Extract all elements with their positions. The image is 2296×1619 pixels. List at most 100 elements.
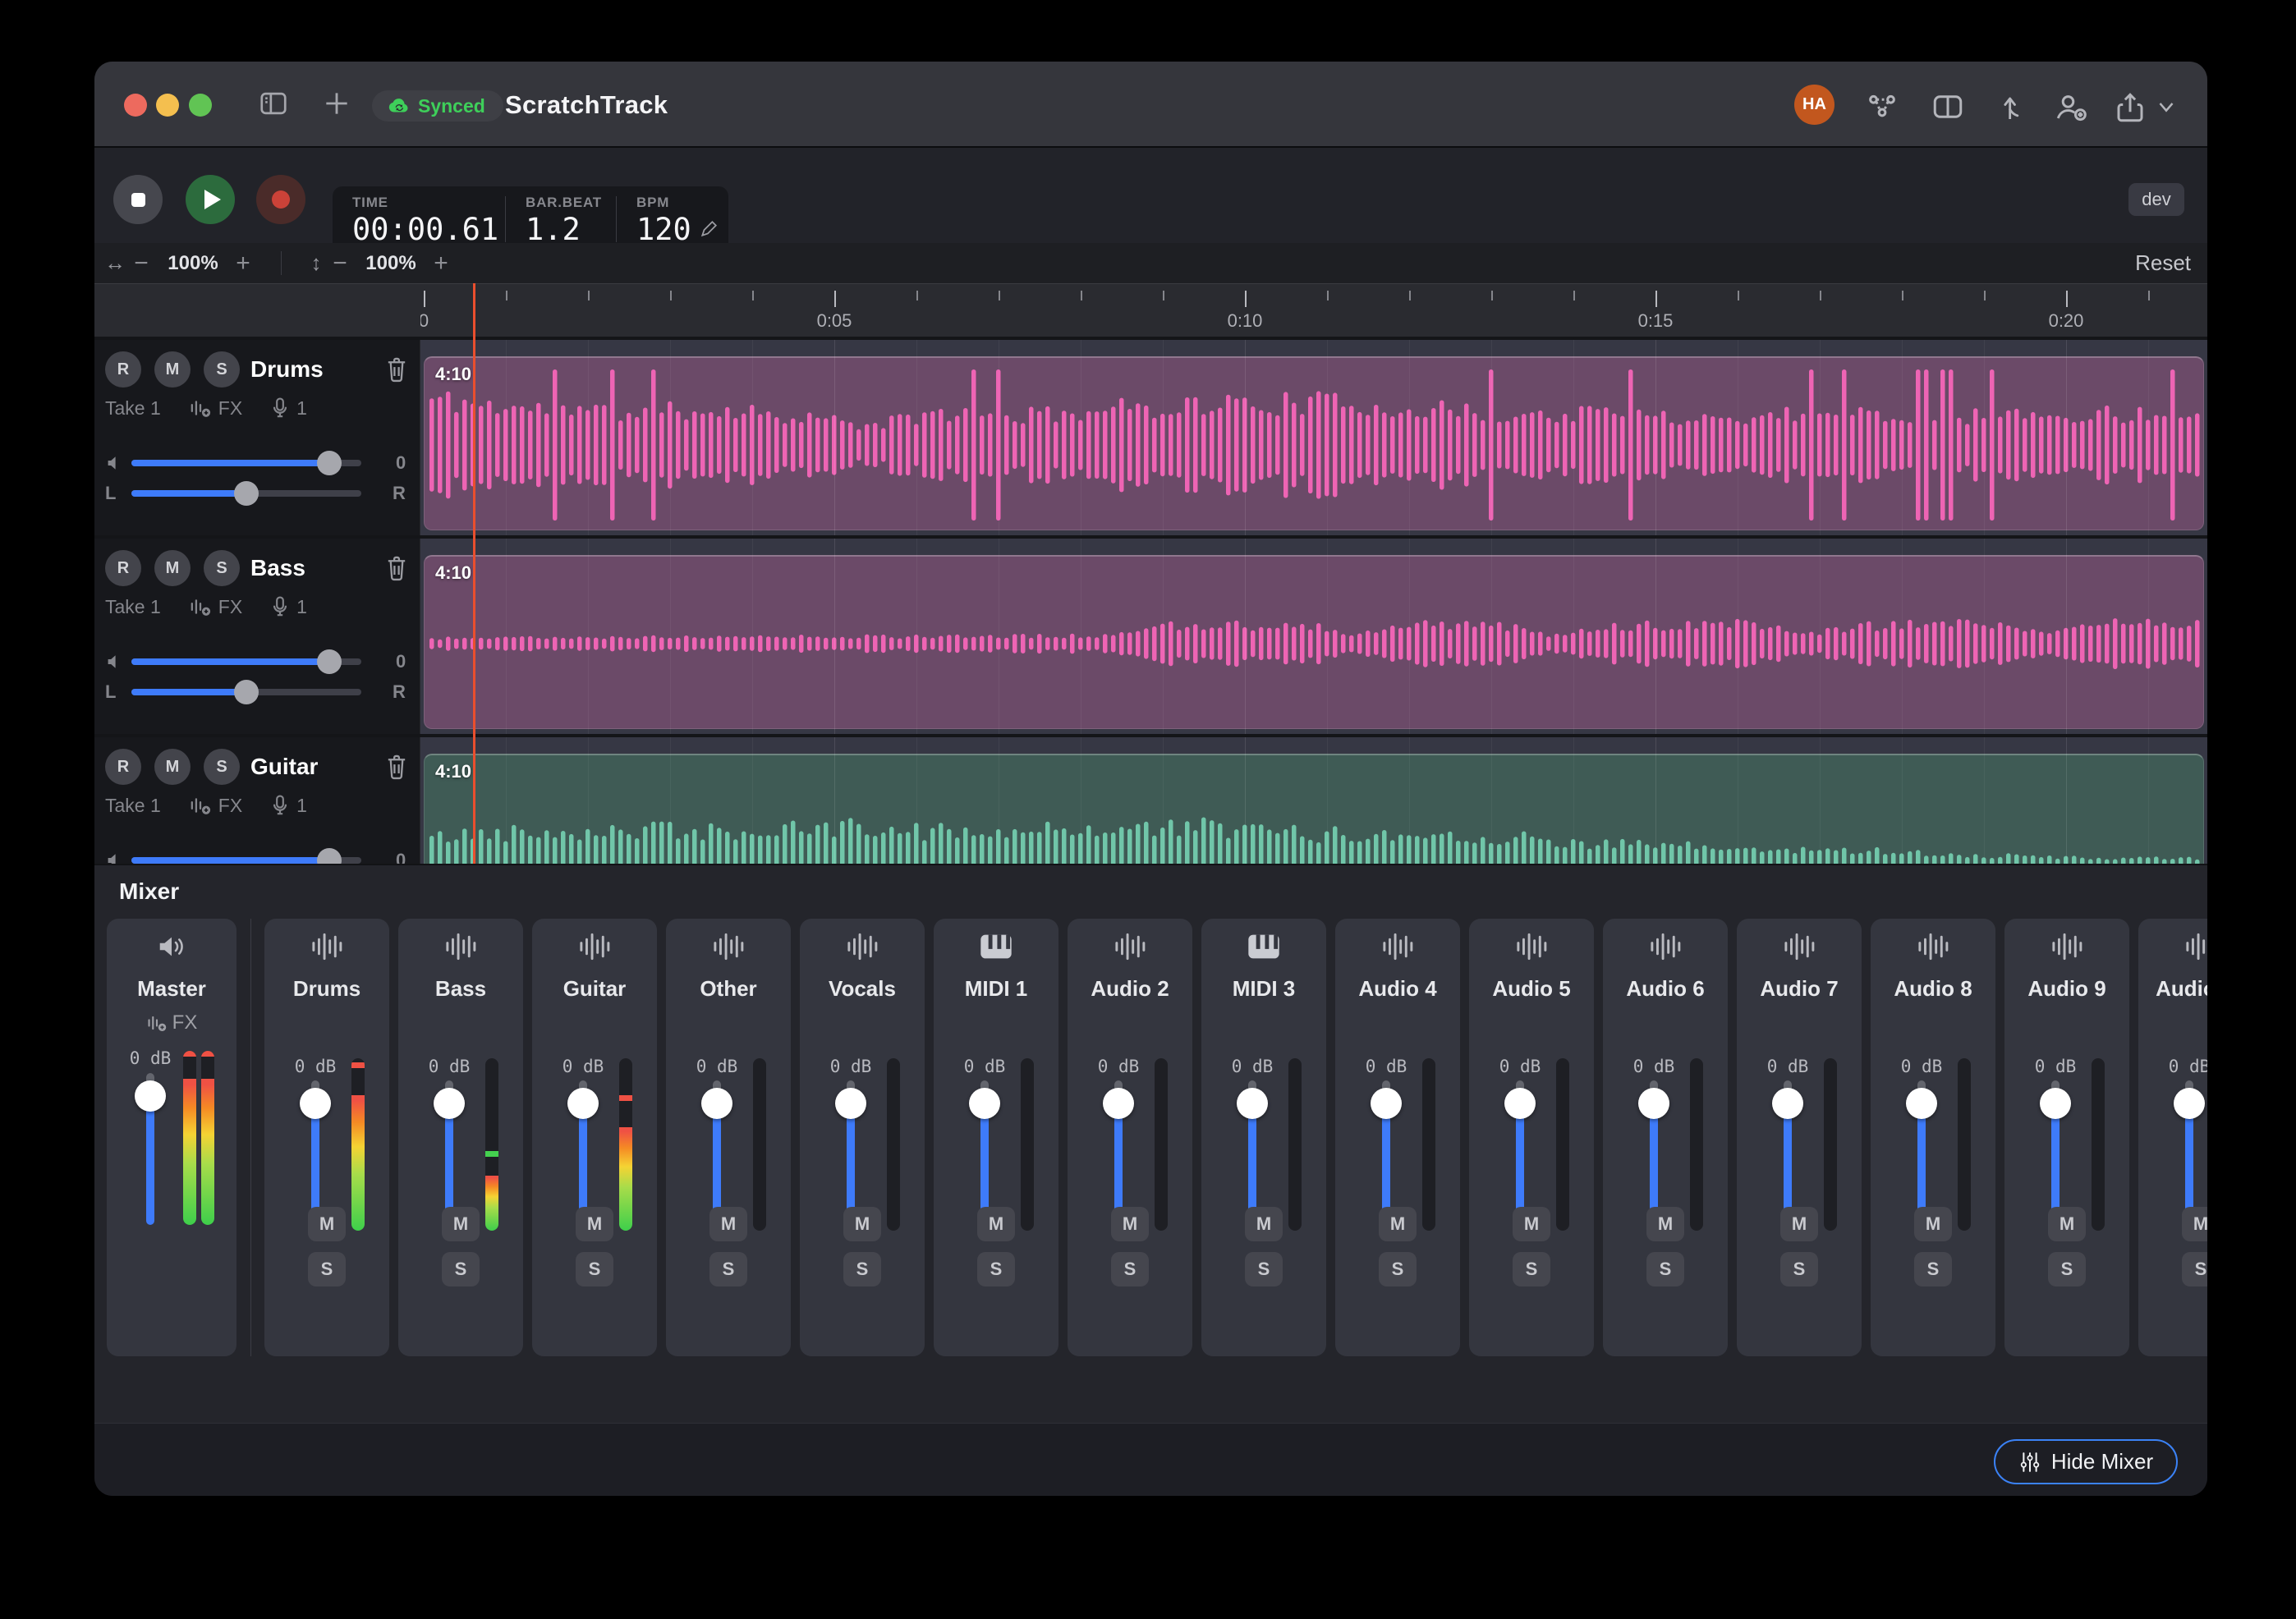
fader-knob[interactable] xyxy=(434,1088,465,1119)
new-track-button[interactable] xyxy=(321,88,352,123)
split-view-icon[interactable] xyxy=(1930,89,1966,128)
volume-slider[interactable] xyxy=(131,857,361,864)
fx-label[interactable]: FX xyxy=(218,596,242,618)
record-arm-button[interactable]: R xyxy=(105,351,141,388)
record-arm-button[interactable]: R xyxy=(105,749,141,785)
reset-zoom-button[interactable]: Reset xyxy=(2135,243,2191,283)
mixer-strip-guitar[interactable]: Guitar 0 dB M S xyxy=(532,919,657,1356)
delete-track-button[interactable] xyxy=(379,550,415,586)
strip-solo-button[interactable]: S xyxy=(1245,1252,1283,1286)
fader-knob[interactable] xyxy=(701,1088,732,1119)
h-zoom-out-button[interactable]: − xyxy=(127,243,155,283)
fx-label[interactable]: FX xyxy=(218,795,242,817)
mic-input-icon[interactable] xyxy=(270,397,290,420)
strip-solo-button[interactable]: S xyxy=(843,1252,881,1286)
strip-mute-button[interactable]: M xyxy=(977,1207,1015,1241)
strip-solo-button[interactable]: S xyxy=(1379,1252,1417,1286)
add-fx-icon[interactable] xyxy=(189,596,212,617)
mixer-strip-other[interactable]: Other 0 dB M S xyxy=(666,919,791,1356)
fader-knob[interactable] xyxy=(1371,1088,1402,1119)
mixer-strip-midi-3[interactable]: MIDI 3 0 dB M S xyxy=(1201,919,1326,1356)
strip-mute-button[interactable]: M xyxy=(442,1207,480,1241)
close-window-button[interactable] xyxy=(124,94,147,117)
bpm-display[interactable]: BPM 120 xyxy=(617,186,718,252)
strip-solo-button[interactable]: S xyxy=(1914,1252,1952,1286)
strip-mute-button[interactable]: M xyxy=(843,1207,881,1241)
strip-solo-button[interactable]: S xyxy=(308,1252,346,1286)
h-zoom-in-button[interactable]: + xyxy=(229,243,257,283)
strip-mute-button[interactable]: M xyxy=(1646,1207,1684,1241)
share-icon[interactable] xyxy=(2113,89,2147,130)
fader-knob[interactable] xyxy=(1906,1088,1937,1119)
maximize-window-button[interactable] xyxy=(189,94,212,117)
strip-solo-button[interactable]: S xyxy=(709,1252,747,1286)
track-header[interactable]: R M S Bass Take 1 FX 1 xyxy=(94,539,420,734)
mixer-strip-audio-9[interactable]: Audio 9 0 dB M S xyxy=(2004,919,2129,1356)
mute-button[interactable]: M xyxy=(154,351,191,388)
strip-solo-button[interactable]: S xyxy=(977,1252,1015,1286)
fader-knob[interactable] xyxy=(2040,1088,2071,1119)
fx-label[interactable]: FX xyxy=(218,397,242,420)
sidebar-toggle-icon[interactable] xyxy=(258,88,289,123)
stop-button[interactable] xyxy=(113,175,163,224)
mic-input-icon[interactable] xyxy=(270,794,290,817)
take-label[interactable]: Take 1 xyxy=(105,795,161,817)
pan-slider[interactable] xyxy=(131,689,361,695)
mixer-strip-drums[interactable]: Drums 0 dB M S xyxy=(264,919,389,1356)
strip-solo-button[interactable]: S xyxy=(1646,1252,1684,1286)
audio-region[interactable]: 4:10 xyxy=(424,555,2204,729)
add-fx-icon[interactable] xyxy=(189,397,212,419)
volume-slider[interactable] xyxy=(131,658,361,665)
strip-mute-button[interactable]: M xyxy=(1379,1207,1417,1241)
mixer-strip-midi-1[interactable]: MIDI 1 0 dB M S xyxy=(934,919,1058,1356)
avatar[interactable]: HA xyxy=(1794,85,1835,125)
track-lane[interactable]: 4:10 xyxy=(420,539,2207,734)
strip-mute-button[interactable]: M xyxy=(2048,1207,2086,1241)
pan-slider[interactable] xyxy=(131,490,361,497)
record-arm-button[interactable]: R xyxy=(105,550,141,586)
solo-button[interactable]: S xyxy=(204,749,240,785)
sync-status-badge[interactable]: Synced xyxy=(372,90,503,122)
mixer-strip-bass[interactable]: Bass 0 dB M S xyxy=(398,919,523,1356)
strip-mute-button[interactable]: M xyxy=(709,1207,747,1241)
mixer-strip-audio-4[interactable]: Audio 4 0 dB M S xyxy=(1335,919,1460,1356)
strip-mute-button[interactable]: M xyxy=(1111,1207,1149,1241)
chevron-down-icon[interactable] xyxy=(2154,98,2179,122)
mic-input-icon[interactable] xyxy=(270,595,290,618)
mixer-strip-vocals[interactable]: Vocals 0 dB M S xyxy=(800,919,925,1356)
delete-track-button[interactable] xyxy=(379,351,415,388)
minimize-window-button[interactable] xyxy=(156,94,179,117)
pan-knob[interactable] xyxy=(234,481,259,506)
track-lane[interactable]: 4:10 xyxy=(420,737,2207,864)
fader-knob[interactable] xyxy=(567,1088,599,1119)
volume-knob[interactable] xyxy=(317,848,342,864)
track-header[interactable]: R M S Drums Take 1 FX 1 xyxy=(94,340,420,535)
strip-solo-button[interactable]: S xyxy=(2182,1252,2207,1286)
hide-mixer-button[interactable]: Hide Mixer xyxy=(1994,1439,2178,1484)
play-button[interactable] xyxy=(186,175,235,224)
fader-knob[interactable] xyxy=(1772,1088,1803,1119)
mixer-strip-master[interactable]: Master FX 0 dB xyxy=(107,919,236,1356)
v-zoom-in-button[interactable]: + xyxy=(427,243,455,283)
strip-solo-button[interactable]: S xyxy=(1513,1252,1550,1286)
share-nodes-icon[interactable] xyxy=(1865,89,1899,128)
volume-knob[interactable] xyxy=(317,451,342,475)
strip-mute-button[interactable]: M xyxy=(1513,1207,1550,1241)
mute-button[interactable]: M xyxy=(154,550,191,586)
take-label[interactable]: Take 1 xyxy=(105,397,161,420)
delete-track-button[interactable] xyxy=(379,749,415,785)
track-header[interactable]: R M S Guitar Take 1 FX 1 xyxy=(94,737,420,864)
mixer-strip-audio-5[interactable]: Audio 5 0 dB M S xyxy=(1469,919,1594,1356)
volume-slider[interactable] xyxy=(131,460,361,466)
strip-solo-button[interactable]: S xyxy=(1780,1252,1818,1286)
fader-knob[interactable] xyxy=(969,1088,1000,1119)
master-fader-knob[interactable] xyxy=(135,1080,166,1112)
timeline-ruler[interactable]: 00:050:100:150:20 xyxy=(94,283,2207,337)
v-zoom-out-button[interactable]: − xyxy=(326,243,354,283)
track-lane[interactable]: 4:10 xyxy=(420,340,2207,535)
solo-button[interactable]: S xyxy=(204,351,240,388)
strip-mute-button[interactable]: M xyxy=(308,1207,346,1241)
fader-knob[interactable] xyxy=(1504,1088,1536,1119)
strip-solo-button[interactable]: S xyxy=(442,1252,480,1286)
fader-knob[interactable] xyxy=(2174,1088,2205,1119)
